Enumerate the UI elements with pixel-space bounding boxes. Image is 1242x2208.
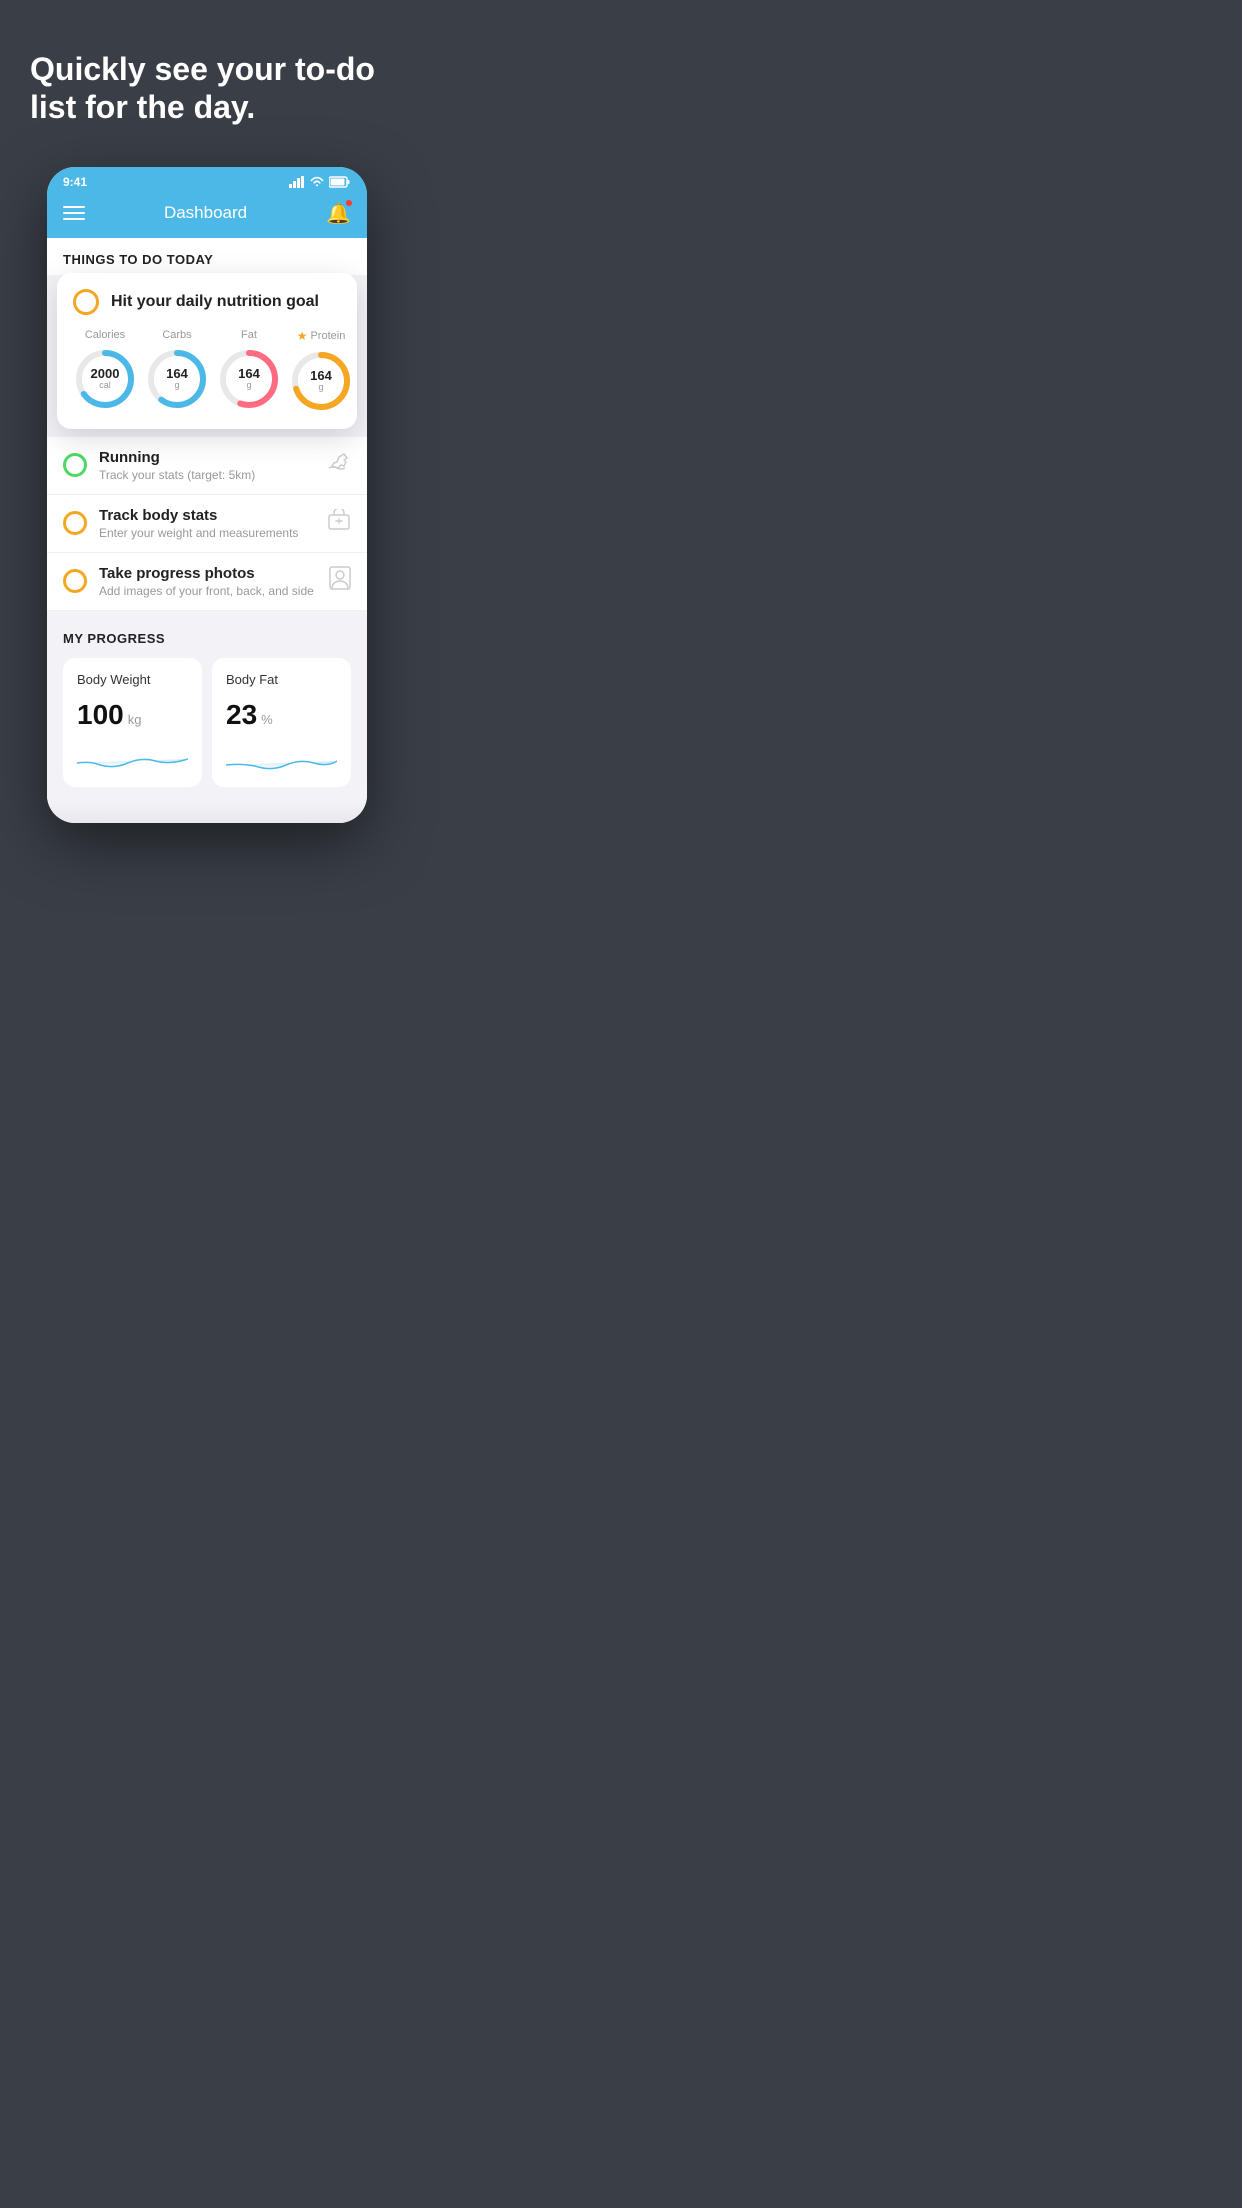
todo-item-body-stats[interactable]: Track body stats Enter your weight and m… [47, 495, 367, 553]
body-weight-chart [77, 743, 188, 773]
body-weight-title: Body Weight [77, 672, 188, 687]
battery-icon [329, 176, 351, 188]
protein-value: 164 [310, 369, 332, 383]
fat-stat: Fat 164 g [217, 329, 281, 413]
protein-stat: ★ Protein 164 g [289, 329, 353, 413]
todo-item-running[interactable]: Running Track your stats (target: 5km) [47, 437, 367, 495]
running-icon [327, 452, 351, 478]
things-to-do-header: THINGS TO DO TODAY [47, 238, 367, 275]
phone-screen: 9:41 [47, 167, 367, 823]
body-weight-unit: kg [128, 712, 142, 727]
body-weight-value-container: 100 kg [77, 699, 188, 731]
running-sub: Track your stats (target: 5km) [99, 468, 315, 482]
protein-label: ★ Protein [297, 329, 346, 343]
todo-item-photos[interactable]: Take progress photos Add images of your … [47, 553, 367, 611]
hamburger-menu[interactable] [63, 206, 85, 220]
calories-donut: 2000 cal [73, 347, 137, 411]
nav-bar: Dashboard 🔔 [47, 193, 367, 238]
person-icon [329, 566, 351, 596]
body-fat-value-container: 23 % [226, 699, 337, 731]
carbs-unit: g [166, 381, 188, 391]
nutrition-card-header: Hit your daily nutrition goal [73, 289, 341, 315]
hero-section: Quickly see your to-do list for the day. [0, 0, 414, 147]
calories-label: Calories [85, 329, 125, 341]
carbs-donut: 164 g [145, 347, 209, 411]
scale-icon [327, 509, 351, 537]
body-weight-card[interactable]: Body Weight 100 kg [63, 658, 202, 787]
calories-unit: cal [91, 381, 120, 391]
todo-list: Running Track your stats (target: 5km) [47, 437, 367, 611]
photos-checkbox[interactable] [63, 569, 87, 593]
notification-dot [345, 199, 353, 207]
nutrition-title: Hit your daily nutrition goal [111, 293, 319, 311]
calories-value: 2000 [91, 367, 120, 381]
progress-cards: Body Weight 100 kg [63, 658, 351, 787]
status-time: 9:41 [63, 175, 87, 189]
hero-title: Quickly see your to-do list for the day. [30, 50, 384, 127]
nav-title: Dashboard [164, 203, 247, 223]
nutrition-checkbox[interactable] [73, 289, 99, 315]
body-weight-number: 100 [77, 699, 124, 731]
fat-label: Fat [241, 329, 257, 341]
protein-unit: g [310, 383, 332, 393]
carbs-stat: Carbs 164 g [145, 329, 209, 413]
body-fat-chart [226, 743, 337, 773]
body-fat-title: Body Fat [226, 672, 337, 687]
bell-icon[interactable]: 🔔 [326, 201, 351, 226]
nutrition-card: Hit your daily nutrition goal Calories [57, 273, 357, 429]
progress-title: MY PROGRESS [63, 631, 351, 646]
signal-icon [289, 176, 305, 188]
carbs-value: 164 [166, 367, 188, 381]
phone-bottom [47, 803, 367, 823]
body-stats-checkbox[interactable] [63, 511, 87, 535]
things-to-do-title: THINGS TO DO TODAY [63, 252, 351, 267]
body-stats-text: Track body stats Enter your weight and m… [99, 507, 315, 540]
fat-value: 164 [238, 367, 260, 381]
body-fat-unit: % [261, 712, 273, 727]
progress-section: MY PROGRESS Body Weight 100 kg [47, 611, 367, 803]
status-icons [289, 176, 351, 188]
body-stats-sub: Enter your weight and measurements [99, 526, 315, 540]
protein-star-icon: ★ [297, 329, 308, 343]
body-fat-card[interactable]: Body Fat 23 % [212, 658, 351, 787]
photos-name: Take progress photos [99, 565, 317, 582]
wifi-icon [309, 176, 325, 188]
phone-mockup: 9:41 [0, 167, 414, 823]
fat-unit: g [238, 381, 260, 391]
calories-stat: Calories 2000 cal [73, 329, 137, 413]
carbs-label: Carbs [162, 329, 191, 341]
body-stats-name: Track body stats [99, 507, 315, 524]
status-bar: 9:41 [47, 167, 367, 193]
photos-sub: Add images of your front, back, and side [99, 584, 317, 598]
running-name: Running [99, 449, 315, 466]
body-fat-number: 23 [226, 699, 257, 731]
photos-text: Take progress photos Add images of your … [99, 565, 317, 598]
fat-donut: 164 g [217, 347, 281, 411]
nutrition-stats: Calories 2000 cal [73, 329, 341, 413]
protein-donut: 164 g [289, 349, 353, 413]
running-checkbox[interactable] [63, 453, 87, 477]
running-text: Running Track your stats (target: 5km) [99, 449, 315, 482]
content-area: THINGS TO DO TODAY Hit your daily nutrit… [47, 238, 367, 823]
